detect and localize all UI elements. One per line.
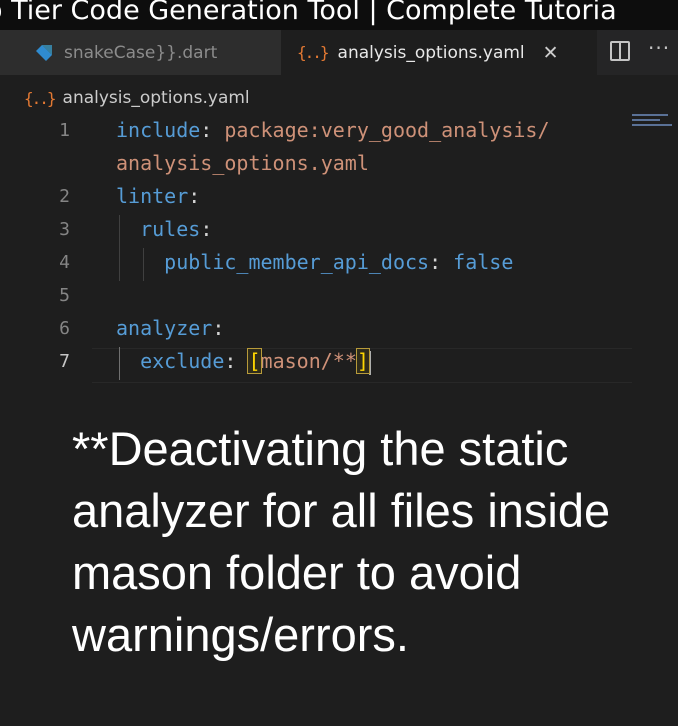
tab-label: analysis_options.yaml [337,42,525,63]
indent-guide [119,347,120,380]
close-bracket: ] [355,348,370,374]
open-bracket: [ [247,348,262,374]
video-title-bar: o Tier Code Generation Tool | Complete T… [0,0,678,30]
yaml-value: mason/** [260,349,357,373]
code-line[interactable]: 1 include: package:very_good_analysis/ [0,116,640,149]
yaml-value: analysis_options.yaml [116,151,369,175]
yaml-boolean: false [441,250,514,274]
colon: : [188,184,201,208]
close-icon[interactable]: ✕ [543,42,559,64]
breadcrumb[interactable]: {..} analysis_options.yaml [24,88,250,108]
yaml-key: rules [140,217,201,241]
indent-guide [119,215,120,281]
text-cursor [368,350,371,375]
video-title: o Tier Code Generation Tool | Complete T… [0,0,617,26]
line-number: 5 [59,285,70,306]
line-number: 2 [59,186,70,207]
more-actions-icon[interactable]: ··· [648,36,670,60]
line-number: 7 [59,351,70,372]
yaml-value: package:very_good_analysis/ [212,118,550,142]
caption-text: **Deactivating the static analyzer for a… [72,422,611,661]
line-number: 1 [59,120,70,141]
code-line-active[interactable]: 7 exclude: [mason/**] [0,347,640,380]
dart-icon [36,44,52,61]
tab-snakecase-dart[interactable]: snakeCase}}.dart [0,30,281,75]
colon: : [224,349,237,373]
code-line[interactable]: 5 [0,281,640,314]
line-number: 6 [59,318,70,339]
code-line[interactable]: 2 linter: [0,182,640,215]
tab-label: snakeCase}}.dart [64,42,218,63]
code-line[interactable]: 6 analyzer: [0,314,640,347]
code-line[interactable]: 4 public_member_api_docs: false [0,248,640,281]
indent-guide [143,248,144,281]
split-editor-icon[interactable] [610,41,630,61]
yaml-key: public_member_api_docs [164,250,430,274]
tab-analysis-options-yaml[interactable]: {..} analysis_options.yaml ✕ [281,30,597,75]
yaml-file-icon: {..} [297,43,330,62]
yaml-key: exclude [140,349,225,373]
line-number: 4 [59,252,70,273]
yaml-file-icon: {..} [24,88,57,108]
yaml-key: analyzer [116,316,213,340]
editor-tab-bar: snakeCase}}.dart {..} analysis_options.y… [0,30,678,75]
colon: : [200,217,213,241]
colon: : [429,250,442,274]
breadcrumb-file[interactable]: analysis_options.yaml [63,88,250,108]
yaml-key: include [116,118,201,142]
code-line[interactable]: 3 rules: [0,215,640,248]
colon: : [212,316,225,340]
colon: : [200,118,213,142]
code-line-wrap[interactable]: analysis_options.yaml [0,149,640,182]
line-number: 3 [59,219,70,240]
yaml-key: linter [116,184,189,208]
